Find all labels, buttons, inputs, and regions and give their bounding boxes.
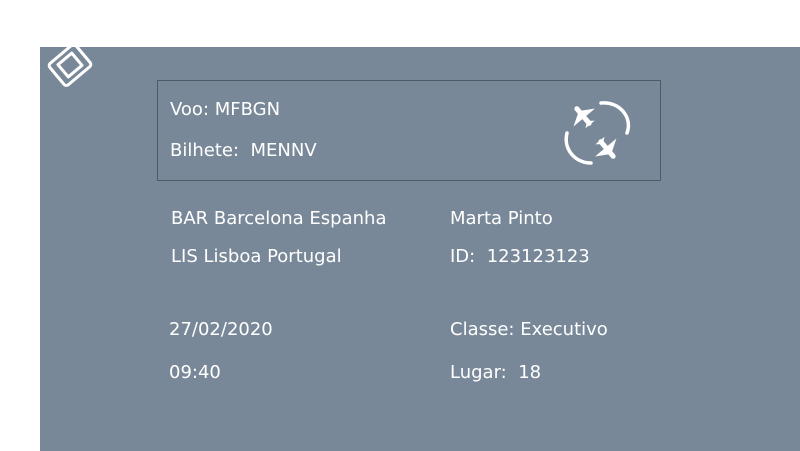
passenger-name: Marta Pinto [450, 208, 553, 229]
destination-airport: LIS Lisboa Portugal [171, 246, 342, 267]
flight-time: 09:40 [169, 362, 221, 383]
seat-class: Classe: Executivo [450, 319, 608, 340]
ticket-number-value: MENNV [250, 140, 317, 161]
seat-class-value: Executivo [520, 319, 608, 340]
seat-number-value: 18 [518, 362, 542, 383]
ticket-number-label: Bilhete: MENNV [170, 140, 317, 161]
passenger-id-value: 123123123 [486, 246, 590, 267]
flight-number-value: MFBGN [214, 99, 281, 120]
planes-exchange-icon [564, 101, 631, 165]
passenger-id: ID: 123123123 [450, 246, 590, 267]
seat-number: Lugar: 18 [450, 362, 542, 383]
flight-date: 27/02/2020 [169, 319, 273, 340]
ticket-icon[interactable] [44, 42, 96, 88]
flight-number-label: Voo: MFBGN [170, 99, 281, 120]
origin-airport: BAR Barcelona Espanha [171, 208, 387, 229]
